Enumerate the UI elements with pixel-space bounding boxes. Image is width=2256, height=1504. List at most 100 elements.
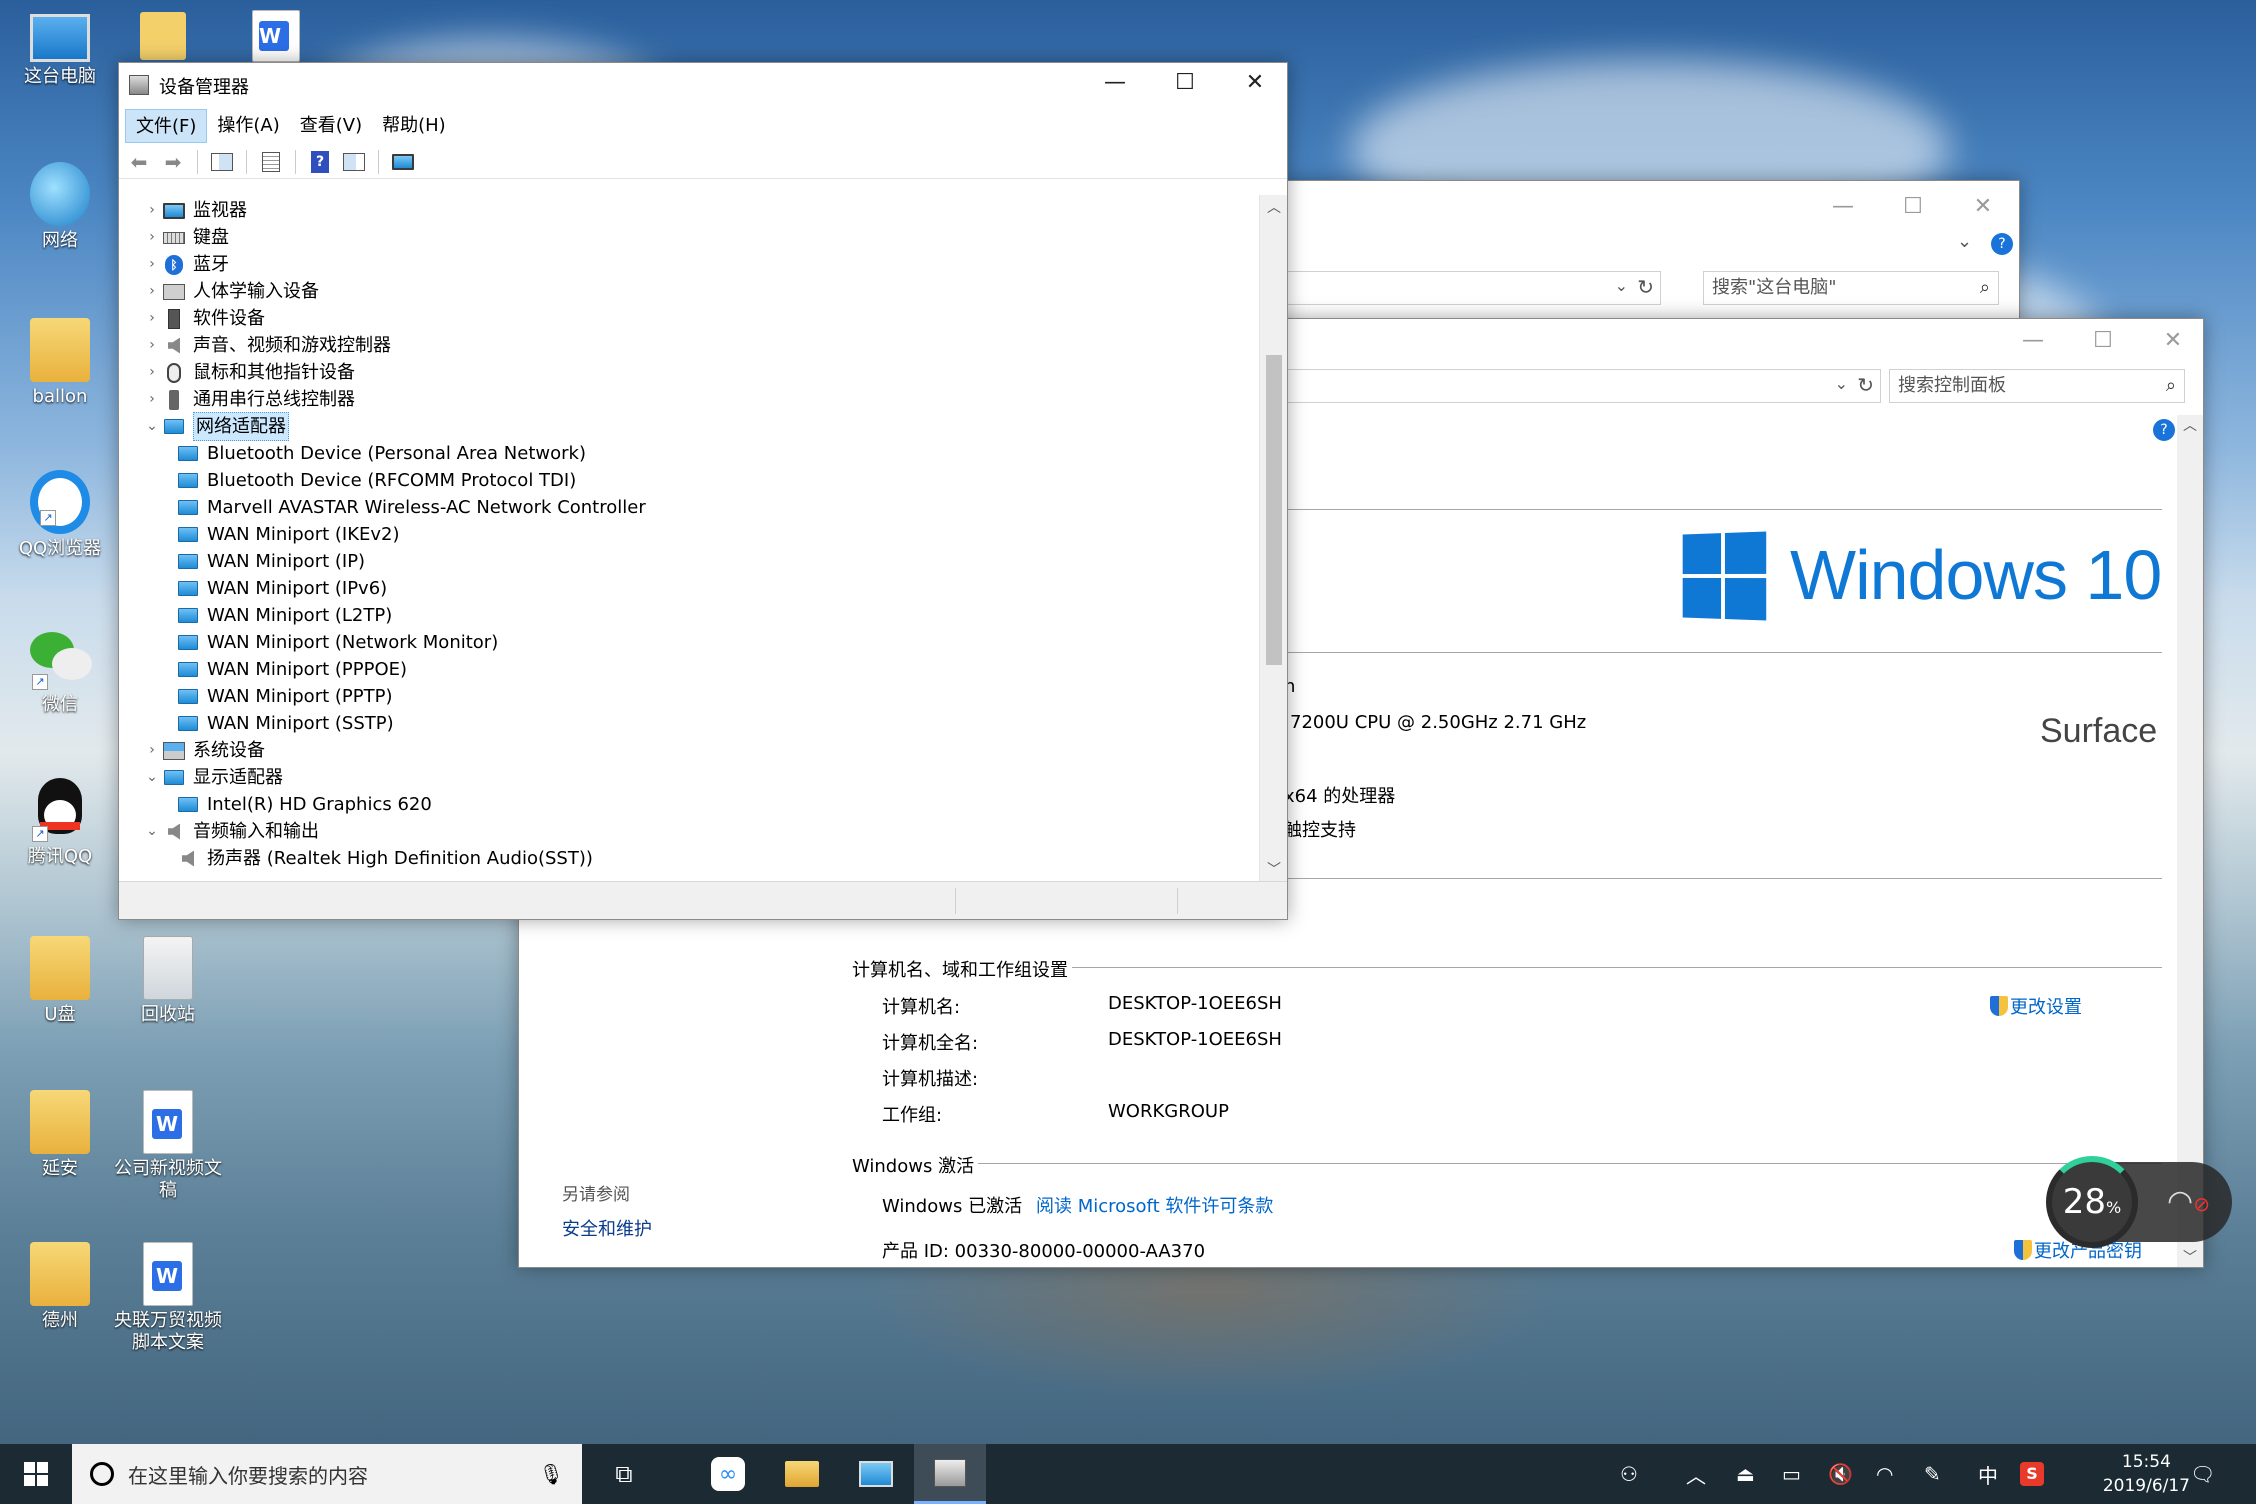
microphone-icon[interactable]: 🎙: [539, 1462, 564, 1486]
device-manager-window[interactable]: 设备管理器 — ☐ ✕ 文件(F) 操作(A) 查看(V) 帮助(H) ⬅ ➡ …: [118, 62, 1288, 920]
help-icon[interactable]: ?: [2153, 419, 2175, 441]
collapse-chevron-icon[interactable]: ⌄: [141, 818, 163, 845]
scroll-down-icon[interactable]: ﹀: [2177, 1247, 2203, 1267]
properties-icon[interactable]: [257, 149, 285, 175]
tree-category[interactable]: ⌄ 显示适配器: [141, 764, 283, 791]
tree-category[interactable]: › 通用串行总线控制器: [141, 386, 355, 413]
security-maintenance-link[interactable]: 安全和维护: [562, 1215, 652, 1241]
address-bar[interactable]: ⌄ ↻: [1281, 271, 1661, 305]
tree-category[interactable]: ⌄ 网络适配器: [141, 412, 289, 441]
close-button[interactable]: ✕: [2139, 321, 2207, 361]
help-book-icon[interactable]: ?: [306, 149, 334, 175]
collapse-chevron-icon[interactable]: ⌄: [141, 764, 163, 791]
explorer-window[interactable]: — ☐ ✕ ⌄ ? ⌄ ↻ 搜索"这台电脑" ⌕: [1280, 180, 2020, 330]
network-speed-widget[interactable]: 28% ◠⊘: [2046, 1156, 2232, 1248]
desktop-icon-usb[interactable]: U盘: [0, 936, 120, 1026]
desktop-icon-dezhou[interactable]: 德州: [0, 1242, 120, 1332]
desktop-icon-qq[interactable]: ↗ 腾讯QQ: [0, 778, 120, 868]
tree-device[interactable]: WAN Miniport (IKEv2): [169, 521, 400, 548]
task-view-button[interactable]: ⧉: [588, 1444, 660, 1504]
scan-hardware-icon[interactable]: [389, 149, 417, 175]
tree-device[interactable]: WAN Miniport (SSTP): [169, 710, 394, 737]
scroll-down-icon[interactable]: ﹀: [1260, 859, 1288, 879]
desktop-icon-wechat[interactable]: ↗ 微信: [0, 626, 120, 716]
minimize-button[interactable]: —: [1809, 187, 1877, 227]
expand-chevron-icon[interactable]: ›: [141, 737, 163, 764]
search-input[interactable]: 搜索控制面板 ⌕: [1889, 369, 2185, 403]
desktop-icon-top-partial-doc[interactable]: W: [252, 10, 300, 62]
sogou-ime-icon[interactable]: S: [2020, 1444, 2044, 1504]
clock[interactable]: 15:54 2019/6/17: [2103, 1450, 2190, 1498]
maximize-button[interactable]: ☐: [2069, 321, 2137, 361]
tree-category[interactable]: › 声音、视频和游戏控制器: [141, 332, 391, 359]
desktop-icon-yanan[interactable]: 延安: [0, 1090, 120, 1180]
minimize-button[interactable]: —: [1999, 321, 2067, 361]
help-icon[interactable]: ?: [1991, 233, 2013, 255]
tree-category[interactable]: › 键盘: [141, 224, 229, 251]
usb-eject-icon[interactable]: ⏏: [1736, 1444, 1755, 1504]
maximize-button[interactable]: ☐: [1151, 63, 1219, 103]
desktop-icon-top-partial[interactable]: [140, 12, 186, 60]
scroll-up-icon[interactable]: ︿: [1260, 197, 1288, 217]
desktop-icon-recycle-bin[interactable]: 回收站: [108, 936, 228, 1026]
expand-chevron-icon[interactable]: ›: [141, 332, 163, 359]
refresh-icon[interactable]: ↻: [1857, 373, 1874, 397]
device-tree[interactable]: › 监视器 › 键盘 › ᛒ 蓝牙 › 人体学输入设备 › 软件设备 › 声音、视频和游戏控制器 › 鼠标和…: [119, 195, 1259, 881]
people-icon[interactable]: ⚇: [1620, 1444, 1638, 1504]
tree-category[interactable]: › 系统设备: [141, 737, 265, 764]
desktop-icon-this-pc[interactable]: 这台电脑: [0, 6, 120, 88]
menu-action[interactable]: 操作(A): [207, 109, 289, 143]
close-button[interactable]: ✕: [1221, 63, 1289, 103]
desktop-icon-doc-company[interactable]: W 公司新视频文稿: [108, 1090, 228, 1202]
title-bar[interactable]: 设备管理器 — ☐ ✕: [119, 63, 1287, 109]
tree-device[interactable]: Intel(R) HD Graphics 620: [169, 791, 432, 818]
taskbar-app-file-explorer[interactable]: [766, 1444, 838, 1504]
tree-device[interactable]: Bluetooth Device (RFCOMM Protocol TDI): [169, 467, 576, 494]
desktop-icon-doc-script[interactable]: W 央联万贸视频脚本文案: [108, 1242, 228, 1354]
ribbon-expand-icon[interactable]: ⌄: [1957, 231, 1972, 252]
scrollbar[interactable]: ︿ ﹀: [2177, 415, 2203, 1267]
tree-device[interactable]: Bluetooth Device (Personal Area Network): [169, 440, 586, 467]
tree-category[interactable]: › ᛒ 蓝牙: [141, 251, 229, 278]
battery-icon[interactable]: ▭: [1782, 1444, 1801, 1504]
desktop-icon-ballon[interactable]: ballon: [0, 318, 120, 408]
taskbar-search[interactable]: 在这里输入你要搜索的内容 🎙: [72, 1444, 582, 1504]
menu-view[interactable]: 查看(V): [290, 109, 372, 143]
tree-device[interactable]: WAN Miniport (Network Monitor): [169, 629, 498, 656]
forward-arrow-icon[interactable]: ➡: [159, 149, 187, 175]
tree-category[interactable]: › 软件设备: [141, 305, 265, 332]
refresh-icon[interactable]: ↻: [1637, 275, 1654, 299]
tree-device[interactable]: WAN Miniport (PPTP): [169, 683, 392, 710]
desktop-icon-network[interactable]: 网络: [0, 162, 120, 252]
tree-category[interactable]: › 监视器: [141, 197, 247, 224]
minimize-button[interactable]: —: [1081, 63, 1149, 103]
collapse-chevron-icon[interactable]: ⌄: [141, 413, 163, 440]
show-hide-console-tree-icon[interactable]: [208, 149, 236, 175]
expand-chevron-icon[interactable]: ›: [141, 197, 163, 224]
action-pane-icon[interactable]: [340, 149, 368, 175]
expand-chevron-icon[interactable]: ›: [141, 251, 163, 278]
wifi-icon[interactable]: ◠: [1876, 1444, 1893, 1504]
back-arrow-icon[interactable]: ⬅: [125, 149, 153, 175]
tree-category[interactable]: ⌄ 音频输入和输出: [141, 818, 319, 845]
menu-file[interactable]: 文件(F): [125, 109, 208, 143]
expand-chevron-icon[interactable]: ›: [141, 305, 163, 332]
pen-icon[interactable]: ✎: [1924, 1444, 1941, 1504]
maximize-button[interactable]: ☐: [1879, 187, 1947, 227]
desktop-icon-qq-browser[interactable]: ↗ QQ浏览器: [0, 470, 120, 560]
ime-indicator[interactable]: 中: [1978, 1444, 1998, 1504]
tree-category[interactable]: › 人体学输入设备: [141, 278, 319, 305]
tree-device[interactable]: Marvell AVASTAR Wireless-AC Network Cont…: [169, 494, 646, 521]
expand-chevron-icon[interactable]: ›: [141, 386, 163, 413]
tree-device[interactable]: 扬声器 (Realtek High Definition Audio(SST)): [169, 845, 593, 872]
scroll-thumb[interactable]: [1266, 355, 1282, 665]
taskbar-app-control-panel[interactable]: [840, 1444, 912, 1504]
action-center-icon[interactable]: 🗨: [2190, 1444, 2215, 1504]
change-settings-link[interactable]: 更改设置: [1990, 993, 2082, 1019]
start-button[interactable]: [0, 1444, 72, 1504]
taskbar-app-baidu-netdisk[interactable]: ∞: [692, 1444, 764, 1504]
expand-chevron-icon[interactable]: ›: [141, 224, 163, 251]
tree-category[interactable]: › 鼠标和其他指针设备: [141, 359, 355, 386]
tree-device[interactable]: WAN Miniport (IPv6): [169, 575, 387, 602]
scroll-up-icon[interactable]: ︿: [2177, 415, 2203, 435]
